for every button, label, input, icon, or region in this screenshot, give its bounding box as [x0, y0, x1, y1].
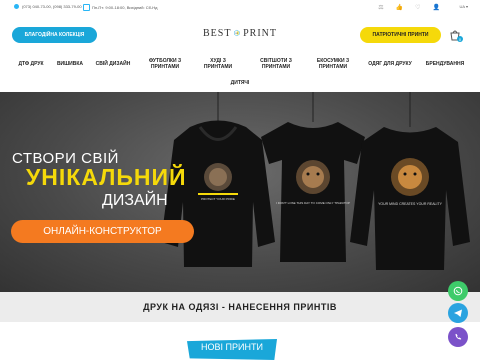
- online-constructor-button[interactable]: ОНЛАЙН-КОНСТРУКТОР: [11, 220, 194, 243]
- hero-line3: ДИЗАЙН: [102, 192, 168, 209]
- hero-line2: УНІКАЛЬНИЙ: [26, 164, 187, 190]
- logo[interactable]: BEST BP PRINT: [203, 18, 277, 48]
- working-hours: Пн-Пт: 9:00-18:00, Вихідний: Сб-Нд: [92, 5, 158, 10]
- nav-item-dtf-print[interactable]: ДТФ ДРУК: [14, 61, 48, 67]
- user-icon[interactable]: 👤: [433, 4, 440, 11]
- nav-item-own-design[interactable]: СВІЙ ДИЗАЙН: [93, 61, 133, 67]
- nav-item-hoodies[interactable]: ХУДІ З ПРИНТАМИ: [199, 58, 237, 70]
- hero-shirts-illustration: PROTECT YOUR PRIDE I DON'T LOSE THIS DAY…: [161, 92, 470, 270]
- nav-item-tshirts[interactable]: ФУТБОЛКИ З ПРИНТАМИ: [143, 58, 187, 70]
- phone-numbers[interactable]: (073) 040-73-00, (098) 333-79-00: [22, 4, 82, 9]
- patriotic-prints-button[interactable]: ПАТРІОТИЧНІ ПРИНТИ: [360, 27, 441, 43]
- nav-item-kids[interactable]: ДИТЯЧІ: [222, 80, 258, 86]
- shirt3-print-text: YOUR MIND CREATES YOUR REALITY: [378, 202, 443, 206]
- phone-icon: [14, 4, 19, 9]
- whatsapp-icon: [453, 286, 463, 296]
- clock-icon: [83, 4, 90, 11]
- nav-item-ecobags[interactable]: ЕКОСУМКИ З ПРИНТАМИ: [310, 58, 356, 70]
- cart-button[interactable]: 0: [449, 28, 463, 42]
- viber-button[interactable]: [448, 327, 468, 347]
- top-bar: (073) 040-73-00, (098) 333-79-00 Пн-Пт: …: [0, 0, 480, 20]
- hours-block: Пн-Пт: 9:00-18:00, Вихідний: Сб-Нд: [83, 4, 157, 11]
- shirt2-print-text: I DON'T LOSE THIS DAY TO COME ONLY ТРАЄК…: [276, 201, 350, 205]
- viber-icon: [455, 333, 462, 340]
- top-icons: ⚖ 👍 ♡ 👤: [378, 4, 440, 11]
- whatsapp-button[interactable]: [448, 281, 468, 301]
- hero-banner: PROTECT YOUR PRIDE I DON'T LOSE THIS DAY…: [0, 92, 480, 292]
- section-title: ДРУК НА ОДЯЗІ - НАНЕСЕННЯ ПРИНТІВ: [0, 292, 480, 322]
- nav-item-blank-clothing[interactable]: ОДЯГ ДЛЯ ДРУКУ: [364, 61, 416, 67]
- hoodie-mockup: PROTECT YOUR PRIDE: [161, 120, 275, 267]
- nav-item-branding[interactable]: БРЕНДУВАННЯ: [421, 61, 469, 67]
- logo-left: BEST: [203, 27, 232, 39]
- telegram-icon: [454, 309, 462, 317]
- charity-collection-button[interactable]: БЛАГОДІЙНА КОЛЕКЦІЯ: [12, 27, 97, 43]
- heart-icon[interactable]: ♡: [415, 4, 420, 11]
- shirt1-print-text: PROTECT YOUR PRIDE: [201, 197, 235, 201]
- nav-item-sweatshirts[interactable]: СВІТШОТИ З ПРИНТАМИ: [253, 58, 299, 70]
- logo-right: PRINT: [243, 27, 277, 39]
- tshirt-mockup: I DON'T LOSE THIS DAY TO COME ONLY ТРАЄК…: [261, 122, 365, 262]
- scales-icon[interactable]: ⚖: [378, 4, 383, 11]
- sweatshirt-mockup: YOUR MIND CREATES YOUR REALITY: [350, 127, 470, 270]
- language-select[interactable]: UA ▾: [460, 4, 468, 9]
- nav-item-embroidery[interactable]: ВИШИВКА: [55, 61, 85, 67]
- new-prints-heading[interactable]: НОВІ ПРИНТИ: [187, 339, 277, 360]
- logo-hexagon-icon: BP: [234, 29, 241, 37]
- thumbs-up-icon[interactable]: 👍: [396, 4, 403, 11]
- main-nav: ДТФ ДРУК ВИШИВКА СВІЙ ДИЗАЙН ФУТБОЛКИ З …: [0, 52, 480, 90]
- phone-block: (073) 040-73-00, (098) 333-79-00: [14, 4, 82, 9]
- cart-count-badge: 0: [457, 36, 463, 42]
- telegram-button[interactable]: [448, 303, 468, 323]
